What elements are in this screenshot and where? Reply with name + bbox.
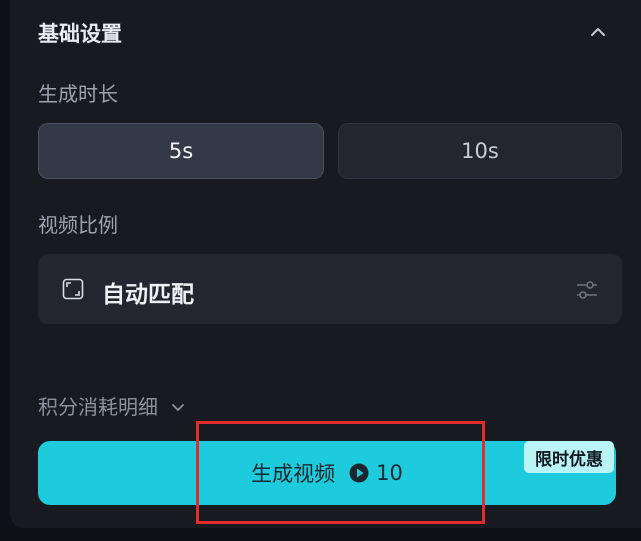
generate-cost: 10: [376, 461, 403, 485]
promo-badge: 限时优惠: [524, 441, 614, 473]
basic-settings-title: 基础设置: [38, 22, 122, 46]
aspect-ratio-value: 自动匹配: [102, 282, 194, 308]
aspect-ratio-selector[interactable]: 自动匹配: [38, 254, 622, 324]
generate-video-label: 生成视频: [251, 462, 336, 486]
credit-detail-label: 积分消耗明细: [38, 395, 158, 419]
chevron-up-icon[interactable]: [586, 20, 610, 44]
chevron-down-icon: [172, 403, 184, 411]
coin-icon: [349, 463, 369, 483]
aspect-ratio-icon: [62, 278, 84, 300]
duration-option-10s[interactable]: 10s: [338, 123, 622, 179]
sliders-icon[interactable]: [574, 277, 600, 303]
credit-detail-toggle[interactable]: 积分消耗明细: [38, 391, 188, 420]
duration-label: 生成时长: [38, 82, 118, 106]
duration-option-5s[interactable]: 5s: [38, 123, 324, 179]
aspect-ratio-label: 视频比例: [38, 213, 118, 237]
